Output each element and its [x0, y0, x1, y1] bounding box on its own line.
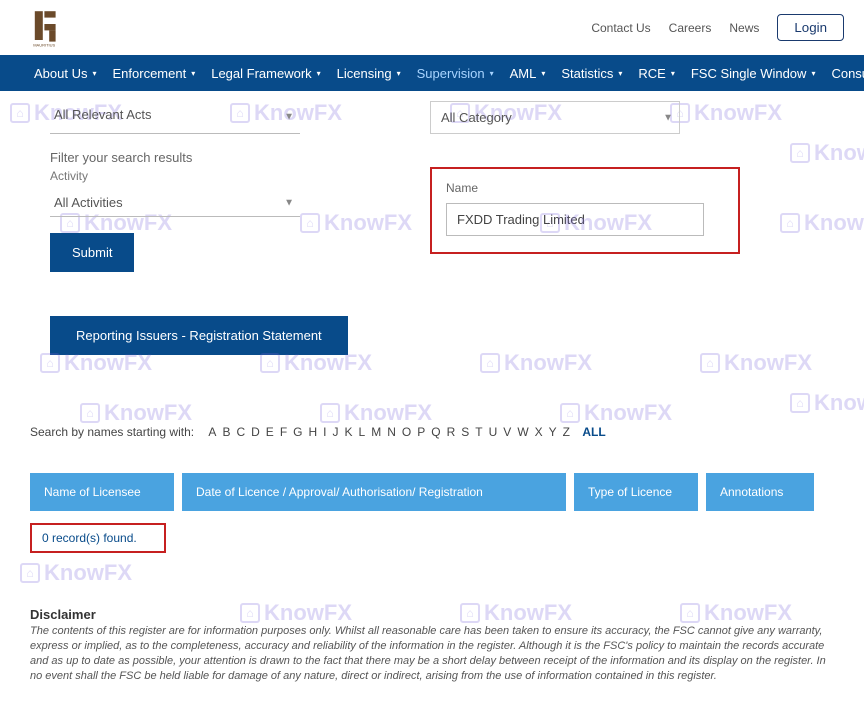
activity-value: All Activities: [54, 195, 123, 210]
chevron-down-icon: ▾: [92, 69, 96, 78]
col-date-licence: Date of Licence / Approval/ Authorisatio…: [182, 473, 566, 511]
alpha-P[interactable]: P: [417, 425, 425, 439]
site-logo[interactable]: MAURITIUS: [30, 8, 62, 48]
submit-button[interactable]: Submit: [50, 233, 134, 272]
disclaimer-body: The contents of this register are for in…: [30, 624, 834, 683]
nav-statistics[interactable]: Statistics▾: [557, 66, 626, 81]
activity-select[interactable]: All Activities ▼: [50, 189, 300, 217]
alpha-L[interactable]: L: [359, 425, 366, 439]
alpha-R[interactable]: R: [447, 425, 456, 439]
alpha-J[interactable]: J: [333, 425, 339, 439]
acts-select[interactable]: All Relevant Acts ▼: [50, 101, 300, 134]
nav-rce[interactable]: RCE▾: [634, 66, 678, 81]
nav-about-us[interactable]: About Us▾: [30, 66, 101, 81]
category-select[interactable]: All Category ▼: [430, 101, 680, 134]
nav-licensing[interactable]: Licensing▾: [333, 66, 405, 81]
name-label: Name: [446, 181, 724, 195]
alpha-T[interactable]: T: [475, 425, 482, 439]
chevron-down-icon: ▾: [618, 69, 622, 78]
chevron-down-icon: ▼: [284, 197, 294, 208]
chevron-down-icon: ▾: [490, 69, 494, 78]
alpha-K[interactable]: K: [345, 425, 353, 439]
chevron-down-icon: ▾: [541, 69, 545, 78]
activity-label: Activity: [50, 169, 300, 183]
alpha-label: Search by names starting with:: [30, 425, 194, 439]
alpha-G[interactable]: G: [293, 425, 302, 439]
col-name-licensee: Name of Licensee: [30, 473, 174, 511]
nav-consumer-protection[interactable]: Consumer Protection▾: [827, 66, 864, 81]
filter-results-label: Filter your search results: [50, 150, 814, 165]
category-value: All Category: [441, 110, 512, 125]
col-annotations: Annotations: [706, 473, 814, 511]
careers-link[interactable]: Careers: [669, 21, 712, 35]
alpha-C[interactable]: C: [236, 425, 245, 439]
alpha-B[interactable]: B: [222, 425, 230, 439]
alpha-U[interactable]: U: [489, 425, 498, 439]
nav-legal-framework[interactable]: Legal Framework▾: [207, 66, 324, 81]
alpha-F[interactable]: F: [280, 425, 287, 439]
nav-supervision[interactable]: Supervision▾: [413, 66, 498, 81]
alpha-Z[interactable]: Z: [563, 425, 570, 439]
nav-enforcement[interactable]: Enforcement▾: [109, 66, 200, 81]
alpha-I[interactable]: I: [323, 425, 326, 439]
records-found: 0 record(s) found.: [30, 523, 166, 553]
chevron-down-icon: ▾: [191, 69, 195, 78]
chevron-down-icon: ▾: [671, 69, 675, 78]
nav-fsc-single-window[interactable]: FSC Single Window▾: [687, 66, 820, 81]
alpha-D[interactable]: D: [251, 425, 260, 439]
alpha-all[interactable]: ALL: [582, 425, 605, 439]
alpha-N[interactable]: N: [387, 425, 396, 439]
alpha-V[interactable]: V: [503, 425, 511, 439]
alpha-Y[interactable]: Y: [549, 425, 557, 439]
alpha-Q[interactable]: Q: [431, 425, 440, 439]
alpha-A[interactable]: A: [208, 425, 216, 439]
contact-link[interactable]: Contact Us: [591, 21, 650, 35]
chevron-down-icon: ▾: [397, 69, 401, 78]
news-link[interactable]: News: [729, 21, 759, 35]
alpha-S[interactable]: S: [461, 425, 469, 439]
disclaimer-title: Disclaimer: [30, 607, 834, 622]
chevron-down-icon: ▾: [811, 69, 815, 78]
alpha-X[interactable]: X: [535, 425, 543, 439]
nav-aml[interactable]: AML▾: [506, 66, 550, 81]
alpha-H[interactable]: H: [309, 425, 318, 439]
alpha-E[interactable]: E: [266, 425, 274, 439]
chevron-down-icon: ▾: [317, 69, 321, 78]
name-input[interactable]: [446, 203, 704, 236]
acts-value: All Relevant Acts: [54, 107, 152, 122]
name-highlight-box: Name: [430, 167, 740, 254]
alpha-search: Search by names starting with: ABCDEFGHI…: [30, 425, 834, 439]
alpha-W[interactable]: W: [517, 425, 528, 439]
chevron-down-icon: ▼: [663, 112, 673, 123]
reporting-issuers-button[interactable]: Reporting Issuers - Registration Stateme…: [50, 316, 348, 355]
alpha-M[interactable]: M: [371, 425, 381, 439]
svg-text:MAURITIUS: MAURITIUS: [33, 42, 55, 47]
alpha-O[interactable]: O: [402, 425, 411, 439]
col-type-licence: Type of Licence: [574, 473, 698, 511]
login-button[interactable]: Login: [777, 14, 844, 41]
chevron-down-icon: ▼: [284, 112, 294, 123]
